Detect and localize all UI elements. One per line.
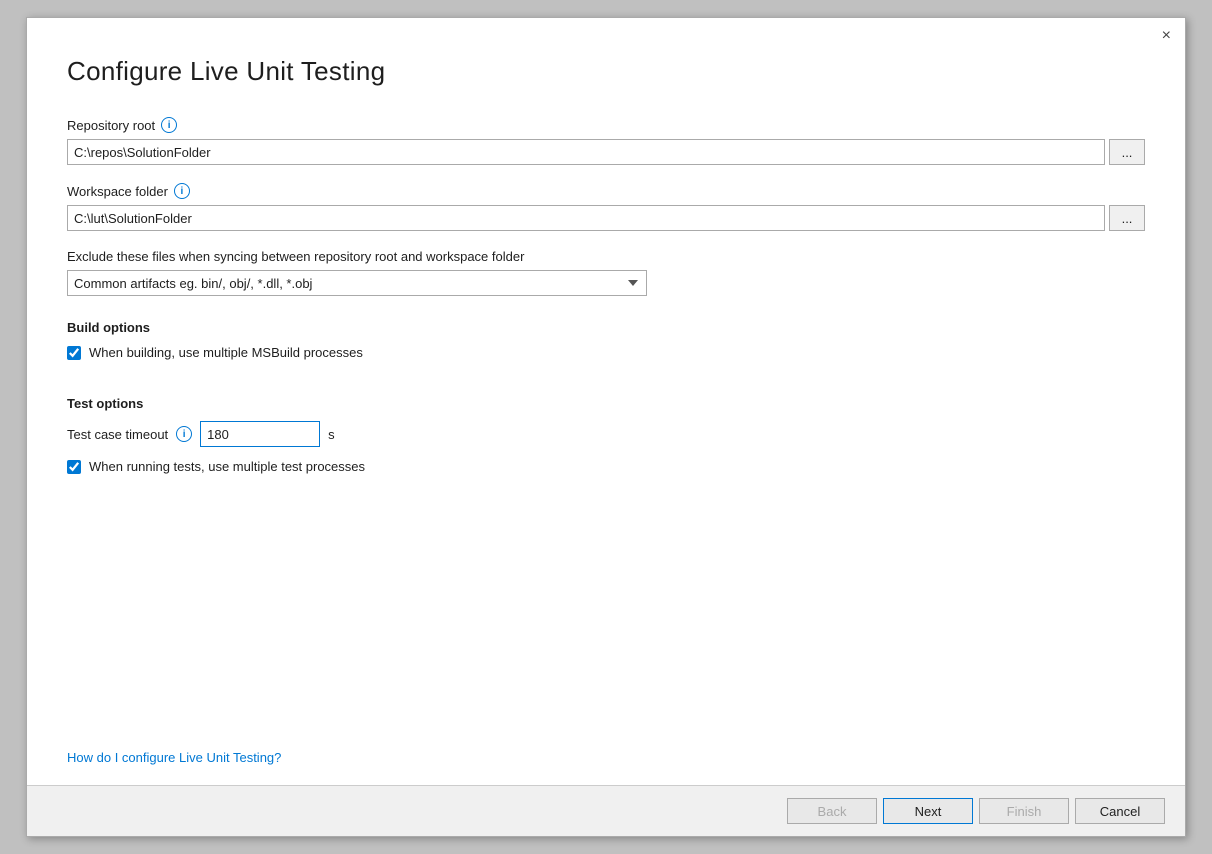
repository-root-input-row: ... — [67, 139, 1145, 165]
build-options-group: Build options When building, use multipl… — [67, 314, 1145, 372]
workspace-folder-label: Workspace folder i — [67, 183, 1145, 199]
finish-button[interactable]: Finish — [979, 798, 1069, 824]
workspace-folder-input-row: ... — [67, 205, 1145, 231]
title-bar: × — [27, 18, 1185, 46]
close-button[interactable]: × — [1158, 26, 1175, 46]
exclude-files-group: Exclude these files when syncing between… — [67, 249, 1145, 296]
workspace-folder-info-icon[interactable]: i — [174, 183, 190, 199]
back-button[interactable]: Back — [787, 798, 877, 824]
test-timeout-row: Test case timeout i s — [67, 421, 1145, 447]
build-checkbox-label[interactable]: When building, use multiple MSBuild proc… — [89, 345, 363, 360]
test-options-title: Test options — [67, 396, 1145, 411]
next-button[interactable]: Next — [883, 798, 973, 824]
workspace-folder-browse-button[interactable]: ... — [1109, 205, 1145, 231]
test-multiple-processes-checkbox[interactable] — [67, 460, 81, 474]
build-checkbox-row: When building, use multiple MSBuild proc… — [67, 345, 1145, 360]
repository-root-info-icon[interactable]: i — [161, 117, 177, 133]
timeout-input[interactable] — [200, 421, 320, 447]
exclude-dropdown[interactable]: Common artifacts eg. bin/, obj/, *.dll, … — [67, 270, 647, 296]
repository-root-label-text: Repository root — [67, 118, 155, 133]
repository-root-browse-button[interactable]: ... — [1109, 139, 1145, 165]
build-options-title: Build options — [67, 320, 1145, 335]
repository-root-input[interactable] — [67, 139, 1105, 165]
timeout-label: Test case timeout — [67, 427, 168, 442]
workspace-folder-label-text: Workspace folder — [67, 184, 168, 199]
timeout-info-icon[interactable]: i — [176, 426, 192, 442]
dialog-content: Configure Live Unit Testing Repository r… — [27, 46, 1185, 785]
test-checkbox-label[interactable]: When running tests, use multiple test pr… — [89, 459, 365, 474]
dialog-title: Configure Live Unit Testing — [67, 56, 1145, 87]
build-multiple-processes-checkbox[interactable] — [67, 346, 81, 360]
workspace-folder-input[interactable] — [67, 205, 1105, 231]
repository-root-label: Repository root i — [67, 117, 1145, 133]
exclude-label: Exclude these files when syncing between… — [67, 249, 1145, 264]
dialog-footer: Back Next Finish Cancel — [27, 785, 1185, 836]
exclude-dropdown-row: Common artifacts eg. bin/, obj/, *.dll, … — [67, 270, 1145, 296]
configure-dialog: × Configure Live Unit Testing Repository… — [26, 17, 1186, 837]
cancel-button[interactable]: Cancel — [1075, 798, 1165, 824]
repository-root-group: Repository root i ... — [67, 117, 1145, 165]
test-options-group: Test options Test case timeout i s When … — [67, 390, 1145, 486]
workspace-folder-group: Workspace folder i ... — [67, 183, 1145, 231]
test-checkbox-row: When running tests, use multiple test pr… — [67, 459, 1145, 474]
help-link[interactable]: How do I configure Live Unit Testing? — [67, 730, 1145, 765]
timeout-unit: s — [328, 427, 335, 442]
